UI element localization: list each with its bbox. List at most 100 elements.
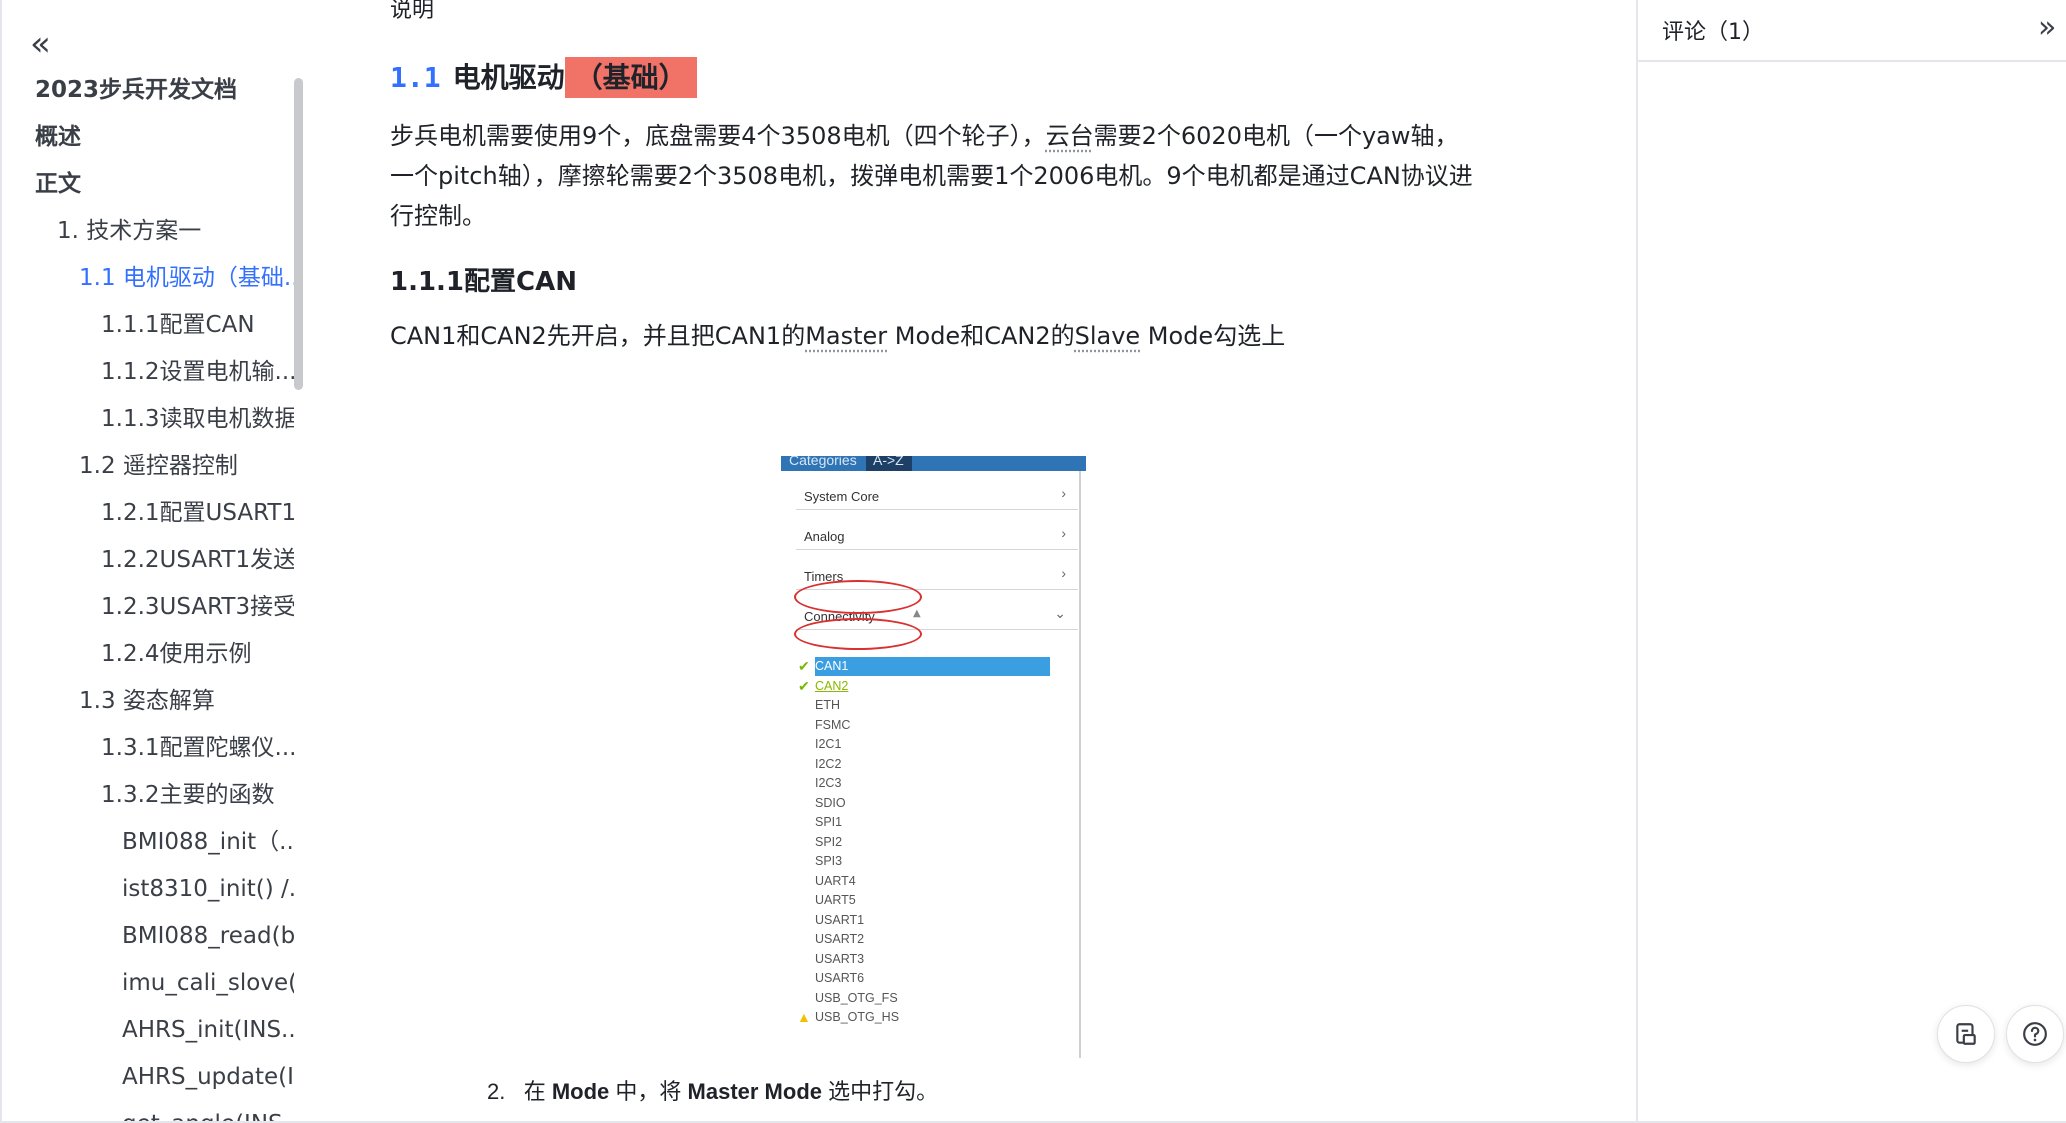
help-icon-svg <box>2023 1022 2047 1046</box>
sidebar-item[interactable]: 1.1.1配置CAN <box>101 305 294 345</box>
sidebar-item[interactable]: 1.3.1配置陀螺仪... <box>101 728 294 768</box>
image-peripheral-row: USART2 <box>815 930 1050 949</box>
paragraph-motors: 步兵电机需要使用9个，底盘需要4个3508电机（四个轮子），云台需要2个6020… <box>390 116 1540 236</box>
image-category-row: Analog › <box>796 511 1078 550</box>
chevron-right-icon: › <box>1061 565 1066 581</box>
comment-panel: 评论（1） » <box>1636 0 2066 1123</box>
sidebar-item[interactable]: AHRS_update(I... <box>122 1057 294 1097</box>
image-peripheral-label: SPI2 <box>815 834 843 849</box>
image-peripheral-row: I2C2 <box>815 755 1050 774</box>
step-text: 选中打勾。 <box>822 1079 939 1104</box>
sidebar-item[interactable]: 1.1 电机驱动（基础... <box>79 258 294 298</box>
document-body: 说明 1.1 电机驱动 （基础） 步兵电机需要使用9个，底盘需要4个3508电机（四… <box>390 0 1620 1123</box>
step-text: 在 <box>523 1079 552 1104</box>
scroll-up-icon: ▲ <box>913 608 921 619</box>
chevron-right-icon: › <box>1061 525 1066 541</box>
help-icon[interactable] <box>2006 1005 2064 1063</box>
image-peripheral-row: SPI3 <box>815 852 1050 871</box>
image-category-tabs: Categories A->Z <box>781 456 1086 471</box>
sidebar-item[interactable]: imu_cali_slove(... <box>122 963 294 1003</box>
sidebar-item[interactable]: 1. 技术方案一 <box>57 211 294 251</box>
sidebar-item[interactable]: 1.2.1配置USART1... <box>101 493 294 533</box>
collapse-comments-icon[interactable]: » <box>2038 10 2056 45</box>
paragraph-text: 行控制。 <box>390 202 486 230</box>
image-peripheral-row: ETH <box>815 696 1050 715</box>
step-text: 中，将 <box>609 1079 688 1104</box>
check-icon: ✔ <box>798 677 810 694</box>
image-peripheral-label: I2C2 <box>815 756 842 771</box>
sidebar-item[interactable]: 1.2.3USART3接受... <box>101 587 294 627</box>
image-peripheral-label: I2C1 <box>815 737 842 751</box>
image-peripheral-row: SPI2 <box>815 833 1050 852</box>
sidebar-item[interactable]: 正文 <box>35 164 294 204</box>
image-peripheral-label: USART3 <box>815 951 865 966</box>
heading-highlight: （基础） <box>564 57 697 98</box>
image-peripheral-row: SDIO <box>815 794 1050 813</box>
spellcheck-word[interactable]: Master <box>805 322 887 350</box>
paragraph-text: 需要2个6020电机（一个yaw轴， <box>1093 122 1459 150</box>
sidebar-item[interactable]: 1.2.4使用示例 <box>101 634 294 674</box>
subsection-heading: 1.1.1配置CAN <box>390 267 577 297</box>
sidebar-item[interactable]: 1.2.2USART1发送... <box>101 540 294 580</box>
image-peripheral-label: SPI3 <box>815 854 843 868</box>
paragraph-text: 步兵电机需要使用9个，底盘需要4个3508电机（四个轮子）， <box>390 122 1046 150</box>
embedded-screenshot[interactable]: System Core › Analog › Timers › Connectivity ⌄ … <box>784 471 1081 1058</box>
image-peripheral-label: USART1 <box>815 912 865 927</box>
paragraph-can: CAN1和CAN2先开启，并且把CAN1的Master Mode和CAN2的Sl… <box>390 316 1285 356</box>
image-peripheral-row: UART5 <box>815 891 1050 910</box>
image-peripheral-label: SDIO <box>815 795 846 810</box>
image-peripheral-row: USB_OTG_FS <box>815 989 1050 1008</box>
image-peripheral-label: USB_OTG_HS <box>815 1010 900 1024</box>
outline-sidebar: « 2023步兵开发文档 概述正文 1. 技术方案一 1.1 电机驱动（基础... 1.… <box>0 0 305 1123</box>
spellcheck-word[interactable]: 云台 <box>1046 122 1094 150</box>
image-category-label: System Core <box>804 489 880 504</box>
image-category-label: Analog <box>804 529 845 544</box>
sidebar-item[interactable]: BMI088_read(b... <box>122 916 294 956</box>
paragraph-text: CAN1和CAN2先开启，并且把CAN1的 <box>390 322 806 350</box>
paragraph-text: Mode和CAN2的 <box>887 322 1075 350</box>
heading-text: 电机驱动 <box>452 61 565 94</box>
image-step-caption: 2. 在 Mode 中，将 Master Mode 选中打勾。 <box>487 1074 938 1106</box>
image-peripheral-label: ETH <box>815 698 840 712</box>
image-peripheral-row: USART6 <box>815 969 1050 988</box>
image-peripheral-row: ✔ CAN1 <box>798 657 1050 676</box>
sidebar-item[interactable]: 1.1.3读取电机数据 <box>101 399 294 439</box>
image-peripheral-label: UART5 <box>815 893 856 907</box>
image-peripheral-label: CAN1 <box>815 659 849 673</box>
sidebar-item[interactable]: ist8310_init() /... <box>122 869 294 909</box>
image-peripheral-label: FSMC <box>815 717 851 732</box>
annotation-oval <box>794 618 922 650</box>
sidebar-scrollbar[interactable] <box>294 78 303 390</box>
image-peripheral-label: USB_OTG_FS <box>815 990 898 1005</box>
step-master-mode: Master Mode <box>687 1079 822 1104</box>
sidebar-item[interactable]: 概述 <box>35 117 294 157</box>
sidebar-item[interactable]: 2023步兵开发文档 <box>35 70 294 110</box>
sidebar-item[interactable]: 1.2 遥控器控制 <box>79 446 294 486</box>
image-tab-categories: Categories <box>789 456 857 468</box>
sidebar-item[interactable]: BMI088_init（... <box>122 822 294 862</box>
sidebar-item[interactable]: AHRS_init(INS... <box>122 1010 294 1050</box>
image-peripheral-row: USART1 <box>815 911 1050 930</box>
image-peripheral-label: USART2 <box>815 932 865 946</box>
collapse-sidebar-icon[interactable]: « <box>30 27 60 61</box>
step-number: 2. <box>487 1079 506 1104</box>
image-peripheral-label: CAN2 <box>815 678 849 693</box>
paragraph-text: 一个pitch轴），摩擦轮需要2个3508电机，拨弹电机需要1个2006电机。9… <box>390 162 1473 190</box>
warning-icon: ▲ <box>797 1009 811 1025</box>
image-peripheral-row: I2C1 <box>815 735 1050 754</box>
sidebar-item[interactable]: 1.1.2设置电机输... <box>101 352 294 392</box>
image-peripheral-row: I2C3 <box>815 774 1050 793</box>
step-mode: Mode <box>551 1079 610 1104</box>
sidebar-item[interactable]: 1.3 姿态解算 <box>79 681 294 721</box>
image-category-row: System Core › <box>796 471 1078 510</box>
image-peripheral-label: UART4 <box>815 873 856 888</box>
document-icon[interactable] <box>1937 1005 1995 1063</box>
spellcheck-word[interactable]: Slave <box>1075 322 1141 350</box>
heading-number: 1.1 <box>390 61 441 94</box>
image-peripheral-row: ✔ CAN2 <box>798 677 1050 696</box>
sidebar-item[interactable]: 1.3.2主要的函数 <box>101 775 294 815</box>
image-peripheral-row: FSMC <box>815 716 1050 735</box>
check-icon: ✔ <box>798 658 810 674</box>
image-peripheral-row: ▲ USB_OTG_HS <box>797 1008 1050 1027</box>
image-peripheral-label: I2C3 <box>815 776 842 790</box>
